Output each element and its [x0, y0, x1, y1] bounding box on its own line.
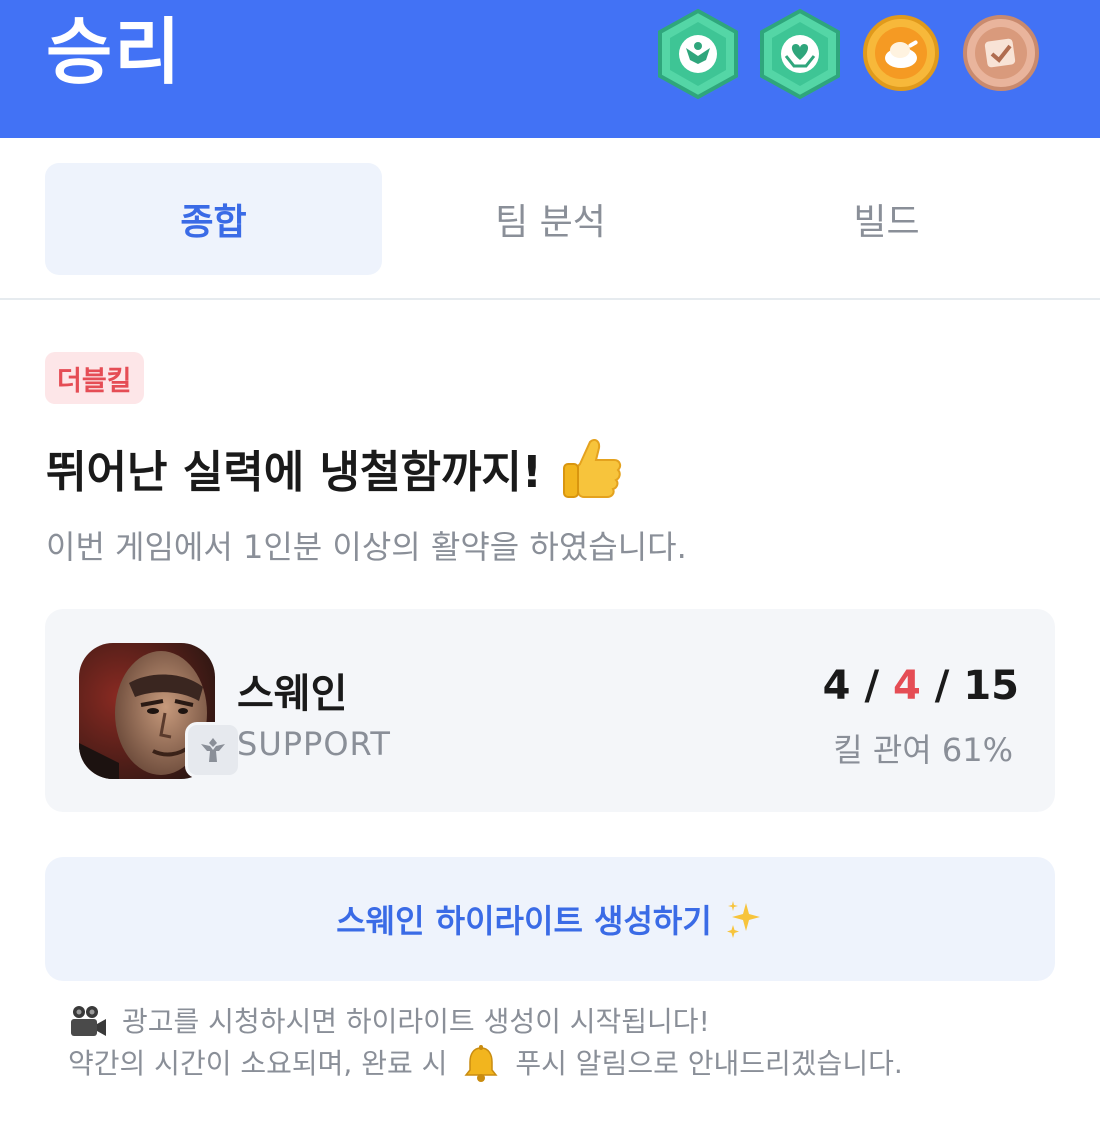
notice-text-1: 광고를 시청하시면 하이라이트 생성이 시작됩니다!: [122, 1005, 710, 1038]
notice-line-1: 광고를 시청하시면 하이라이트 생성이 시작됩니다!: [68, 1001, 903, 1043]
header-bar: 승리: [0, 0, 1100, 138]
champion-summary-card[interactable]: 스웨인 SUPPORT 4 / 4 / 15 킬 관여 61%: [45, 609, 1055, 812]
kda-assists: 15: [963, 663, 1019, 709]
bell-icon: [461, 1044, 501, 1084]
tab-overview[interactable]: 종합: [45, 163, 382, 275]
champion-name: 스웨인: [237, 671, 348, 717]
notice-text-2b: 푸시 알림으로 안내드리겠습니다.: [515, 1047, 903, 1080]
tab-team-analysis[interactable]: 팀 분석: [382, 163, 719, 275]
champion-role: SUPPORT: [237, 725, 391, 763]
angel-badge-icon[interactable]: [656, 8, 740, 100]
kda-deaths: 4: [893, 663, 921, 709]
notice-text-2a: 약간의 시간이 소요되며, 완료 시: [68, 1047, 448, 1080]
support-role-icon: [185, 722, 241, 778]
check-stamp-badge-icon[interactable]: [962, 14, 1040, 92]
kda-separator: /: [864, 663, 880, 709]
video-camera-icon: [68, 1004, 108, 1040]
chicken-coin-badge-icon[interactable]: [862, 14, 940, 92]
result-title: 승리: [46, 10, 183, 94]
kill-participation: 킬 관여 61%: [833, 731, 1013, 769]
kda-separator: /: [934, 663, 950, 709]
headline-text: 뛰어난 실력에 냉철함까지!: [46, 447, 542, 498]
highlight-notice: 광고를 시청하시면 하이라이트 생성이 시작됩니다! 약간의 시간이 소요되며,…: [68, 1001, 903, 1085]
heart-hands-badge-icon[interactable]: [758, 8, 842, 100]
kda-score: 4 / 4 / 15: [823, 663, 1019, 709]
kda-kills: 4: [822, 663, 851, 709]
create-highlight-button[interactable]: 스웨인 하이라이트 생성하기: [45, 857, 1055, 981]
tab-bar: 종합 팀 분석 빌드: [0, 138, 1100, 300]
result-description: 이번 게임에서 1인분 이상의 활약을 하였습니다.: [46, 528, 687, 566]
notice-line-2: 약간의 시간이 소요되며, 완료 시 푸시 알림으로 안내드리겠습니다.: [68, 1043, 903, 1085]
thumbs-up-icon: [560, 436, 622, 500]
multikill-badge: 더블킬: [45, 352, 144, 404]
result-headline: 뛰어난 실력에 냉철함까지!: [46, 432, 622, 504]
tab-build[interactable]: 빌드: [718, 163, 1055, 275]
create-highlight-label: 스웨인 하이라이트 생성하기: [336, 902, 712, 940]
sparkles-icon: [724, 899, 764, 939]
